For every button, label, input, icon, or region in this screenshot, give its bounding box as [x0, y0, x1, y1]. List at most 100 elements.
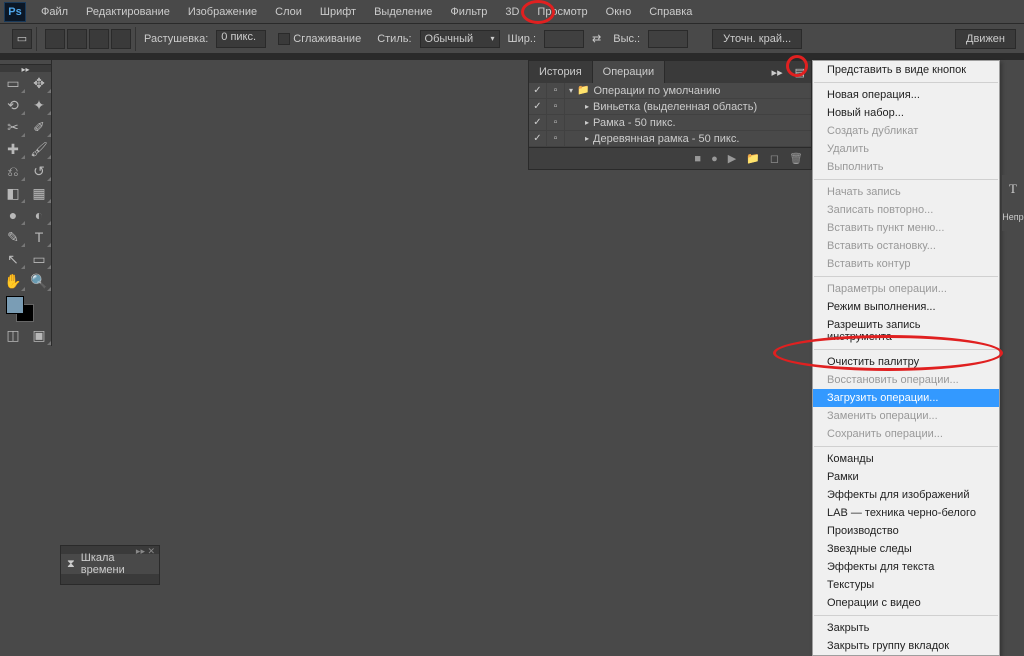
- screenmode-tool-icon[interactable]: ▣: [26, 324, 52, 346]
- menu-select[interactable]: Выделение: [365, 2, 441, 22]
- toggle-check-icon[interactable]: ✓: [529, 115, 547, 131]
- motion-button[interactable]: Движен: [955, 29, 1016, 49]
- expand-arrow-icon[interactable]: ▸: [585, 134, 589, 143]
- panel-collapse-icon[interactable]: ▸▸: [766, 66, 789, 79]
- selection-add-icon[interactable]: [67, 29, 87, 49]
- gradient-tool-icon[interactable]: ▦: [26, 182, 52, 204]
- menu-file[interactable]: Файл: [32, 2, 77, 22]
- toggle-dialog-icon[interactable]: ▫: [547, 83, 565, 99]
- pen-tool-icon[interactable]: ✎: [0, 226, 26, 248]
- ctx-button-mode[interactable]: Представить в виде кнопок: [813, 61, 999, 79]
- ctx-load-actions[interactable]: Загрузить операции...: [813, 389, 999, 407]
- ctx-new-set[interactable]: Новый набор...: [813, 104, 999, 122]
- expand-arrow-icon[interactable]: ▾: [569, 86, 573, 95]
- ctx-frames[interactable]: Рамки: [813, 468, 999, 486]
- ctx-record-again: Записать повторно...: [813, 201, 999, 219]
- menu-filter[interactable]: Фильтр: [441, 2, 496, 22]
- lasso-tool-icon[interactable]: ⟲: [0, 94, 26, 116]
- panel-menu-icon[interactable]: ▤: [789, 66, 811, 79]
- selection-new-icon[interactable]: [45, 29, 65, 49]
- tools-collapse[interactable]: ▸▸: [0, 64, 51, 72]
- action-row[interactable]: ✓ ▫ ▸Деревянная рамка - 50 пикс.: [529, 131, 811, 147]
- width-input[interactable]: [544, 30, 584, 48]
- ctx-close[interactable]: Закрыть: [813, 619, 999, 637]
- toggle-check-icon[interactable]: ✓: [529, 83, 547, 99]
- brush-tool-icon[interactable]: 🖌: [26, 138, 52, 160]
- blur-tool-icon[interactable]: ●: [0, 204, 26, 226]
- zoom-tool-icon[interactable]: 🔍: [26, 270, 52, 292]
- timeline-tab[interactable]: ⧗ Шкала времени: [61, 554, 159, 574]
- selection-subtract-icon[interactable]: [89, 29, 109, 49]
- dodge-tool-icon[interactable]: ◐: [26, 204, 52, 226]
- ctx-text-effects[interactable]: Эффекты для текста: [813, 558, 999, 576]
- quickmask-tool-icon[interactable]: ◫: [0, 324, 26, 346]
- ctx-clear-actions[interactable]: Очистить палитру: [813, 353, 999, 371]
- heal-tool-icon[interactable]: ✚: [0, 138, 26, 160]
- history-brush-tool-icon[interactable]: ↺: [26, 160, 52, 182]
- delete-icon[interactable]: 🗑: [789, 152, 803, 165]
- action-row[interactable]: ✓ ▫ ▸Рамка - 50 пикс.: [529, 115, 811, 131]
- tab-history[interactable]: История: [529, 61, 593, 83]
- ctx-commands[interactable]: Команды: [813, 450, 999, 468]
- swap-icon[interactable]: ⇄: [588, 32, 605, 45]
- stamp-tool-icon[interactable]: ⎌: [0, 160, 26, 182]
- ctx-playback-options[interactable]: Режим выполнения...: [813, 298, 999, 316]
- crop-tool-icon[interactable]: ✂: [0, 116, 26, 138]
- eyedropper-tool-icon[interactable]: ✐: [26, 116, 52, 138]
- tool-preset-icon[interactable]: ▭: [12, 29, 32, 49]
- right-panel-icon-type[interactable]: T: [1002, 175, 1024, 203]
- action-row[interactable]: ✓ ▫ ▸Виньетка (выделенная область): [529, 99, 811, 115]
- feather-input[interactable]: 0 пикс.: [216, 30, 266, 48]
- action-set-row[interactable]: ✓ ▫ ▾📁Операции по умолчанию: [529, 83, 811, 99]
- eraser-tool-icon[interactable]: ◧: [0, 182, 26, 204]
- ctx-allow-tool-rec[interactable]: Разрешить запись инструмента: [813, 316, 999, 346]
- options-bar: ▭ Растушевка: 0 пикс. Сглаживание Стиль:…: [0, 24, 1024, 54]
- tab-actions[interactable]: Операции: [593, 61, 665, 83]
- menu-window[interactable]: Окно: [597, 2, 641, 22]
- toggle-dialog-icon[interactable]: ▫: [547, 115, 565, 131]
- ctx-reset-actions: Восстановить операции...: [813, 371, 999, 389]
- wand-tool-icon[interactable]: ✦: [26, 94, 52, 116]
- stop-icon[interactable]: ■: [694, 153, 701, 165]
- menu-layers[interactable]: Слои: [266, 2, 311, 22]
- toggle-check-icon[interactable]: ✓: [529, 131, 547, 147]
- right-panel-label[interactable]: Непр: [1002, 203, 1024, 231]
- selection-intersect-icon[interactable]: [111, 29, 131, 49]
- play-icon[interactable]: ▶: [728, 152, 736, 165]
- ctx-textures[interactable]: Текстуры: [813, 576, 999, 594]
- menu-help[interactable]: Справка: [640, 2, 701, 22]
- style-select[interactable]: Обычный▾: [420, 30, 500, 48]
- expand-arrow-icon[interactable]: ▸: [585, 102, 589, 111]
- type-tool-icon[interactable]: T: [26, 226, 52, 248]
- shape-tool-icon[interactable]: ▭: [26, 248, 52, 270]
- ctx-production[interactable]: Производство: [813, 522, 999, 540]
- new-set-icon[interactable]: 📁: [746, 152, 760, 165]
- menu-3d[interactable]: 3D: [496, 2, 528, 22]
- menu-edit[interactable]: Редактирование: [77, 2, 179, 22]
- toggle-dialog-icon[interactable]: ▫: [547, 99, 565, 115]
- ctx-video-actions[interactable]: Операции с видео: [813, 594, 999, 612]
- ctx-image-effects[interactable]: Эффекты для изображений: [813, 486, 999, 504]
- toggle-check-icon[interactable]: ✓: [529, 99, 547, 115]
- expand-arrow-icon[interactable]: ▸: [585, 118, 589, 127]
- menu-image[interactable]: Изображение: [179, 2, 266, 22]
- photoshop-logo: Ps: [4, 2, 26, 22]
- menu-view[interactable]: Просмотр: [528, 2, 596, 22]
- refine-edge-button[interactable]: Уточн. край...: [712, 29, 802, 49]
- ctx-new-action[interactable]: Новая операция...: [813, 86, 999, 104]
- record-icon[interactable]: ●: [711, 153, 718, 165]
- antialias-checkbox[interactable]: [278, 33, 290, 45]
- marquee-tool-icon[interactable]: ▭: [0, 72, 26, 94]
- ctx-close-group[interactable]: Закрыть группу вкладок: [813, 637, 999, 655]
- toggle-dialog-icon[interactable]: ▫: [547, 131, 565, 147]
- menu-type[interactable]: Шрифт: [311, 2, 365, 22]
- color-swatches[interactable]: [0, 292, 51, 324]
- path-tool-icon[interactable]: ↖: [0, 248, 26, 270]
- ctx-lab[interactable]: LAB — техника черно-белого: [813, 504, 999, 522]
- hand-tool-icon[interactable]: ✋: [0, 270, 26, 292]
- height-input[interactable]: [648, 30, 688, 48]
- new-action-icon[interactable]: ◻: [770, 152, 779, 165]
- move-tool-icon[interactable]: ✥: [26, 72, 52, 94]
- ctx-star-trails[interactable]: Звездные следы: [813, 540, 999, 558]
- ctx-delete: Удалить: [813, 140, 999, 158]
